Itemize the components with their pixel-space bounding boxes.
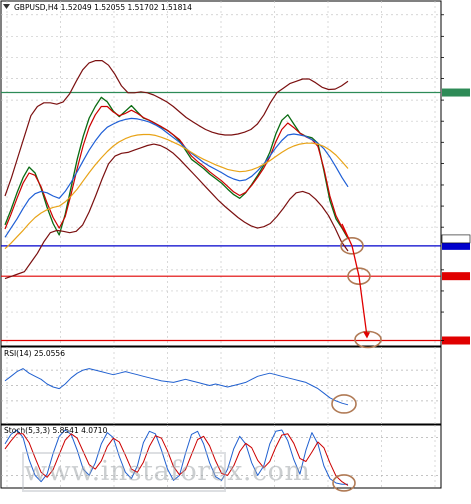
price-series-line xyxy=(4,117,349,238)
watermark-logo: www.instaforex.com xyxy=(22,452,310,492)
price-series-line xyxy=(4,96,349,239)
price-series-line xyxy=(4,143,349,280)
rsi-panel-header: RSI(14) 25.0556 xyxy=(4,349,65,358)
annotations xyxy=(331,223,382,492)
forecast-arrowhead xyxy=(363,331,370,339)
price-series-line xyxy=(4,105,349,238)
indicator-series xyxy=(4,60,349,486)
level-tag xyxy=(442,336,470,345)
chart-canvas: GBPUSD,H4 1.52049 1.52055 1.51702 1.5181… xyxy=(0,0,471,492)
symbol-dropdown-icon[interactable] xyxy=(3,4,10,9)
main-panel-header: GBPUSD,H4 1.52049 1.52055 1.51702 1.5181… xyxy=(14,3,192,12)
last-price-tag xyxy=(441,234,471,244)
trading-chart-window: GBPUSD,H4 1.52049 1.52055 1.51702 1.5181… xyxy=(0,0,471,500)
forecast-arrow xyxy=(341,223,368,337)
stoch-panel-header: Stoch(5,3,3) 5.8541 4.0710 xyxy=(4,426,108,435)
price-series-line xyxy=(4,133,349,250)
panel-frames xyxy=(0,0,442,489)
rsi-line xyxy=(4,368,349,406)
price-levels xyxy=(1,88,471,345)
level-tag xyxy=(442,88,470,97)
grid-lines xyxy=(1,1,441,488)
level-tag xyxy=(442,272,470,281)
